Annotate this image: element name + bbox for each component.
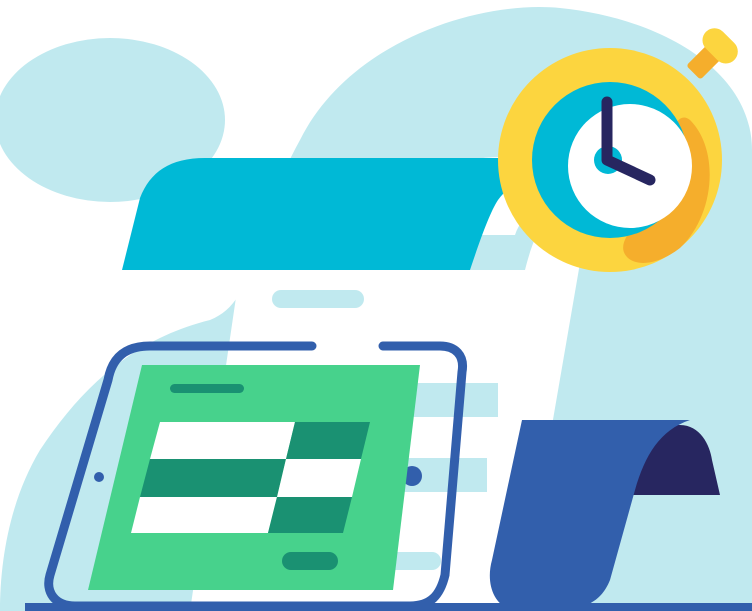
paper-line-1 <box>272 290 364 308</box>
tablet-screen-button <box>282 552 338 570</box>
spreadsheet-cell <box>268 497 352 533</box>
tablet-camera <box>94 472 104 482</box>
spreadsheet-cell <box>150 422 295 459</box>
spreadsheet-icon <box>131 422 370 533</box>
illustration <box>0 7 752 611</box>
spreadsheet-cell <box>140 459 286 497</box>
tablet-screen-header <box>170 384 244 393</box>
ground-line <box>25 603 752 611</box>
spreadsheet-cell <box>286 422 370 459</box>
spreadsheet-cell <box>277 459 361 497</box>
spreadsheet-cell <box>131 497 277 533</box>
